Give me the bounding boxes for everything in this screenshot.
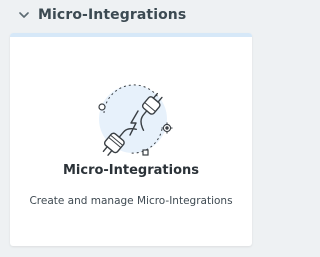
card-top-accent xyxy=(10,33,252,37)
section-title: Micro-Integrations xyxy=(38,7,187,23)
micro-integrations-card[interactable]: Micro-Integrations Create and manage Mic… xyxy=(10,33,252,246)
card-title: Micro-Integrations xyxy=(62,163,200,178)
chevron-down-icon[interactable] xyxy=(18,9,30,21)
section-header-micro-integrations[interactable]: Micro-Integrations xyxy=(18,4,186,26)
card-description: Create and manage Micro-Integrations xyxy=(29,195,233,207)
